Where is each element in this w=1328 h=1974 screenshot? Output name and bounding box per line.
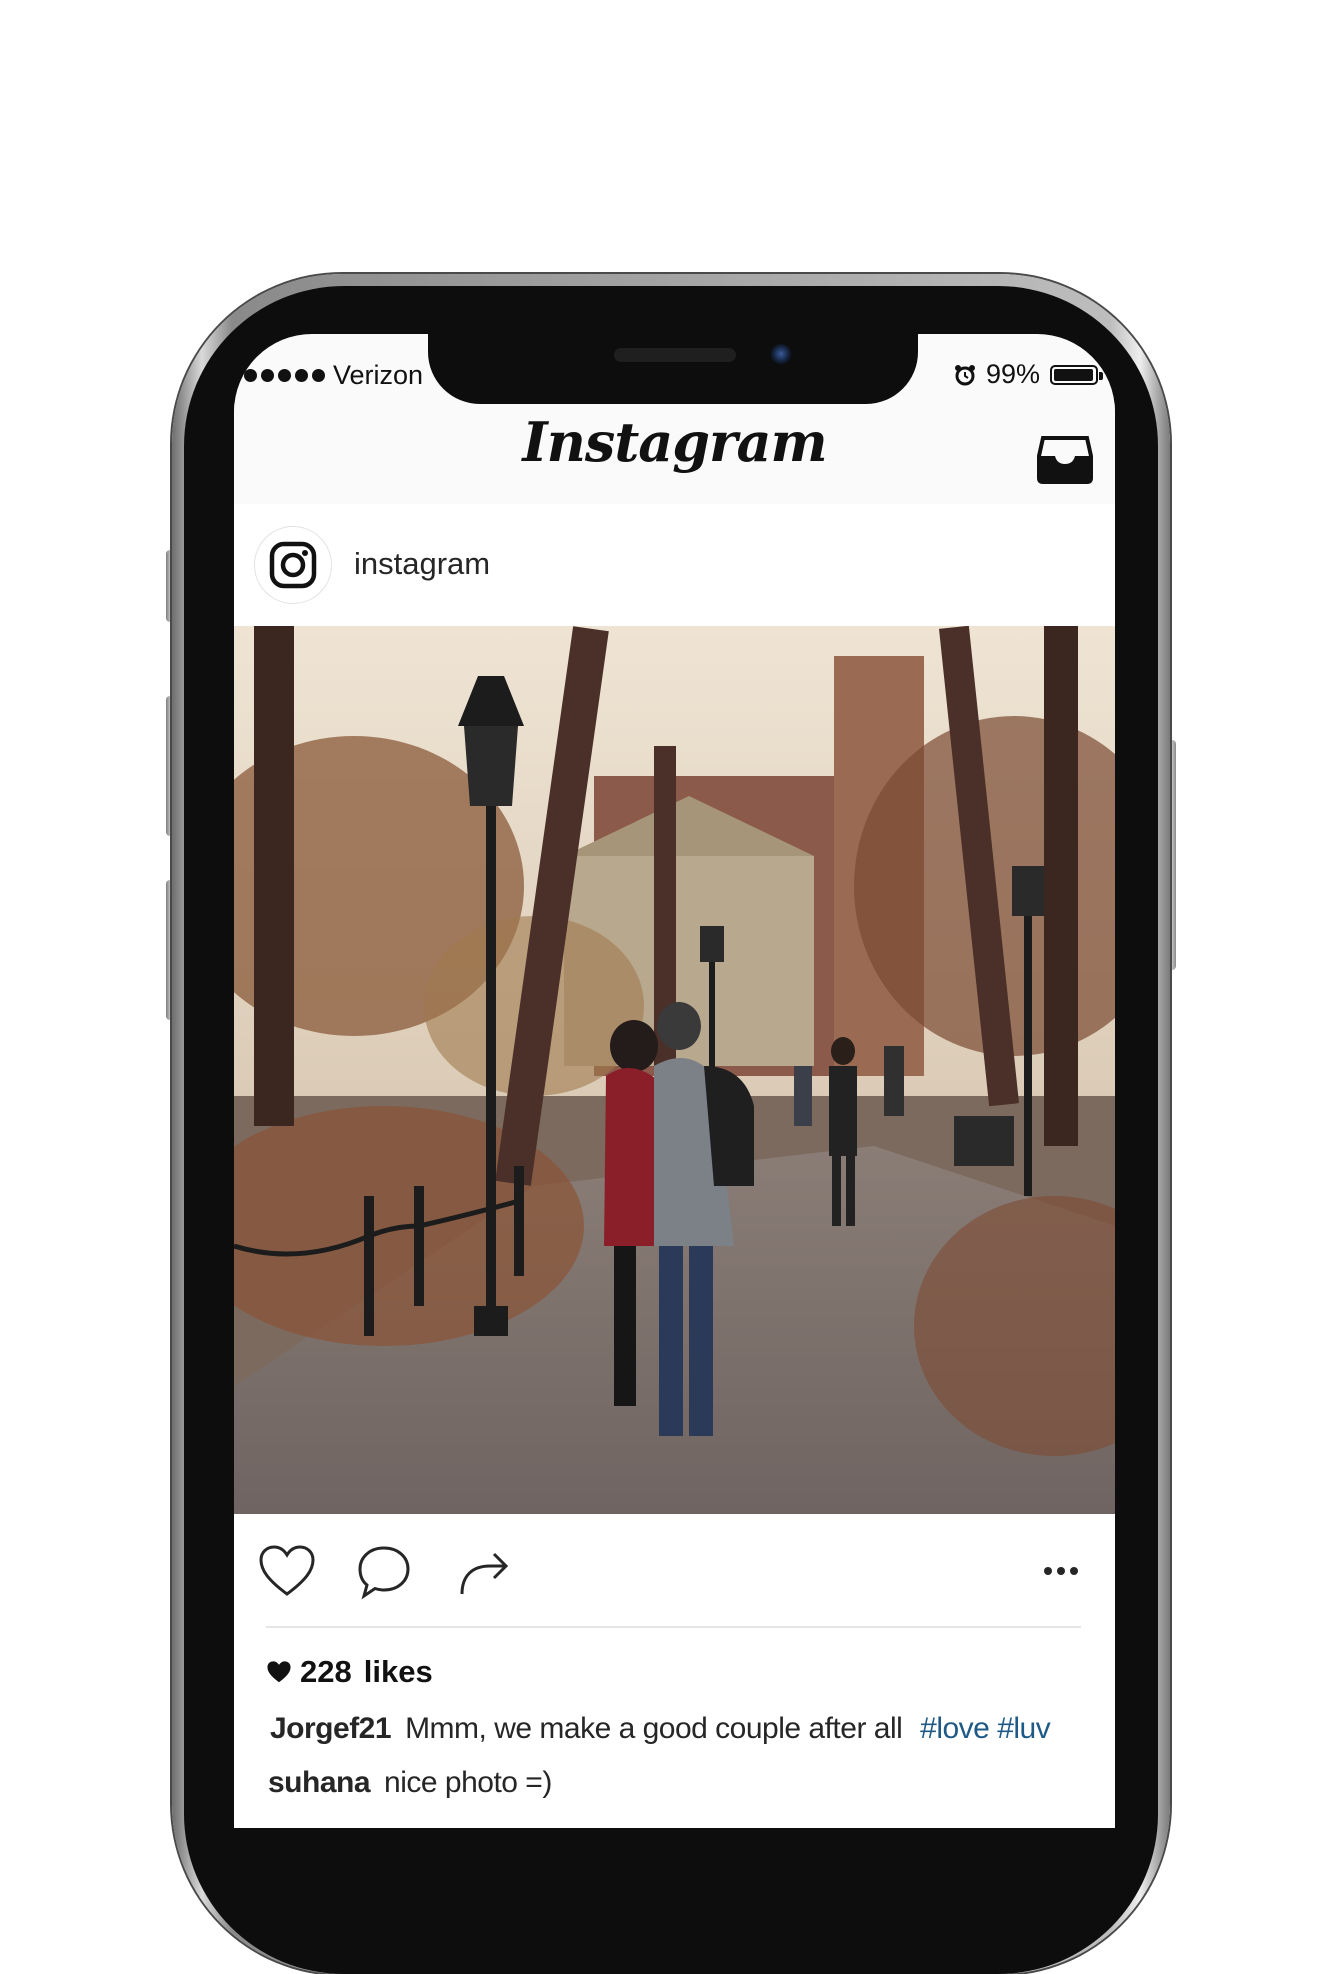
- app-header: Instagram: [234, 404, 1115, 505]
- status-bar-left: Verizon: [244, 360, 423, 391]
- hashtag-love[interactable]: #love: [920, 1712, 990, 1745]
- heart-filled-icon: [267, 1661, 291, 1683]
- instagram-wordmark: Instagram: [522, 410, 827, 474]
- post-actions: 228 likes Jorgef21 Mmm, we make a good co…: [234, 1514, 1115, 1828]
- comment-text: nice photo =): [384, 1766, 552, 1799]
- avatar[interactable]: [254, 526, 332, 604]
- likes-number: 228: [300, 1654, 352, 1689]
- front-camera: [770, 344, 792, 366]
- post-header: instagram: [234, 504, 1115, 626]
- instagram-camera-logo-icon: [269, 541, 317, 589]
- carrier-name: Verizon: [333, 360, 424, 390]
- caption-text: Mmm, we make a good couple after all: [405, 1712, 903, 1745]
- caption-username[interactable]: Jorgef21: [270, 1712, 392, 1745]
- more-options-icon[interactable]: [1043, 1566, 1079, 1576]
- phone-screen: Instagram instagram 228 likes Jorgef21 M…: [234, 334, 1115, 1828]
- heart-icon[interactable]: [258, 1544, 316, 1598]
- comment-item: suhana nice photo =): [268, 1766, 552, 1800]
- battery-icon: [1050, 364, 1103, 385]
- actions-divider: [266, 1626, 1081, 1628]
- post-username[interactable]: instagram: [354, 546, 490, 582]
- alarm-clock-icon: [954, 364, 975, 385]
- share-arrow-icon[interactable]: [456, 1544, 512, 1600]
- post-caption: Jorgef21 Mmm, we make a good couple after…: [270, 1712, 1051, 1746]
- comment-username[interactable]: suhana: [268, 1766, 371, 1799]
- inbox-tray-icon[interactable]: [1037, 434, 1093, 484]
- likes-count[interactable]: 228 likes: [266, 1654, 433, 1690]
- phone-notch: [428, 334, 918, 404]
- earpiece-speaker: [614, 348, 736, 362]
- comment-bubble-icon[interactable]: [356, 1544, 412, 1600]
- battery-percentage: 99%: [985, 359, 1040, 389]
- signal-strength-icon: [244, 369, 325, 382]
- likes-label: likes: [363, 1654, 433, 1689]
- park-photo-illustration: [234, 626, 1115, 1514]
- hashtag-luv[interactable]: #luv: [997, 1712, 1051, 1745]
- status-bar-right: 99%: [954, 359, 1103, 390]
- post-photo[interactable]: [234, 626, 1115, 1514]
